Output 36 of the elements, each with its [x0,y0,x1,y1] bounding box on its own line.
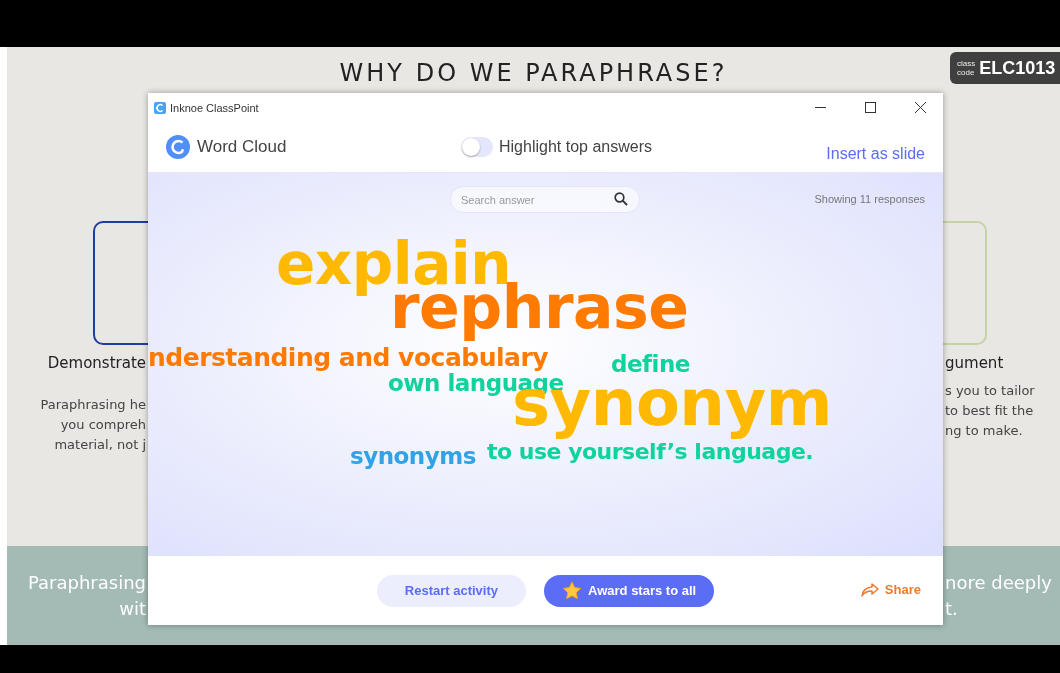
search-icon [614,192,628,206]
restart-activity-button[interactable]: Restart activity [376,574,527,607]
column-heading: Demonstrate [47,353,146,373]
column-text: ng to make. [945,422,1023,440]
share-button[interactable]: Share [860,582,921,597]
star-icon [562,580,583,601]
slide-title: WHY DO WE PARAPHRASE? [339,59,728,87]
search-field[interactable]: Search answer [450,186,640,213]
class-code-label: class [957,59,976,68]
window-title: Inknoe ClassPoint [170,101,260,114]
app-logo-icon [154,101,166,114]
highlight-toggle[interactable]: Highlight top answers [461,137,652,157]
maximize-icon [864,102,876,113]
award-stars-button[interactable]: Award stars to all [544,574,715,607]
response-count: Showing 11 responses [814,193,925,205]
banner-text: t. [945,597,959,621]
share-arrow-icon [860,582,879,597]
banner-text: nore deeply [945,571,1052,595]
class-code-label: code [957,68,976,77]
column-text: you compreh [60,416,146,434]
column-text: Paraphrasing he [40,396,146,414]
banner-text: Paraphrasing [28,571,146,595]
close-icon [914,102,926,113]
cloud-word: nderstanding and vocabulary [148,345,549,370]
cloud-word: to use yourself’s language. [487,441,814,463]
column-text: to best fit the [945,402,1034,420]
banner-text: wit [119,597,146,621]
app-logo-icon [166,135,190,159]
column-text: material, not j [54,436,146,454]
cloud-word: synonyms [350,445,476,468]
class-code: ELC1013 [979,57,1056,79]
column-text: s you to tailor [945,382,1035,400]
activity-title: Word Cloud [197,137,288,157]
column-heading: gument [945,353,1004,373]
insert-as-slide-link[interactable]: Insert as slide [826,131,925,163]
cloud-word: define [611,353,690,376]
